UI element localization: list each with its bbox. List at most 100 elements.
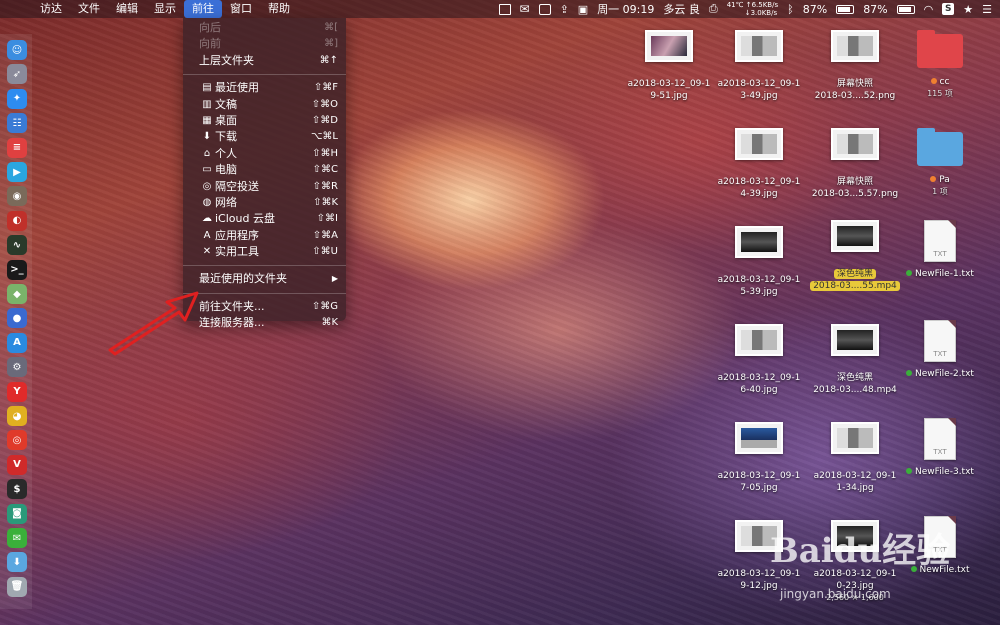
monitor-status-icon[interactable]: ⎙ xyxy=(709,2,718,16)
vivaldi-icon[interactable]: V xyxy=(7,454,27,475)
file-newfile-1[interactable]: TXT NewFile-1.txt xyxy=(890,220,990,280)
watermark-url: jingyan.baidu.com xyxy=(780,587,891,601)
applications-item[interactable]: A 应用程序 ⇧⌘A xyxy=(183,228,346,244)
weibo-icon[interactable]: ◎ xyxy=(7,430,27,451)
recents-item[interactable]: ▤ 最近使用 ⇧⌘F xyxy=(183,80,346,96)
downloads-item[interactable]: ⬇ 下载 ⌥⌘L xyxy=(183,129,346,145)
folder-app-icon[interactable]: ▶ xyxy=(7,162,27,182)
go-forward-item[interactable]: 向前 ⌘] xyxy=(183,36,346,52)
screen-status-icon[interactable]: ▣ xyxy=(578,3,588,16)
battery-icon-1[interactable] xyxy=(836,4,855,14)
yandex-icon[interactable]: Y xyxy=(7,381,27,402)
menu-bar: 访达 文件 编辑 显示 前往 窗口 帮助 ✉ ⇪ ▣ 周一 09:19 多云 良… xyxy=(0,0,1000,18)
icon-label: a2018-03-12_09-1 xyxy=(717,471,801,481)
enclosing-folder-item[interactable]: 上层文件夹 ⌘↑ xyxy=(183,53,346,69)
clock[interactable]: 周一 09:19 xyxy=(597,1,654,17)
menu-finder[interactable]: 访达 xyxy=(32,0,70,18)
note-app-icon[interactable]: ≡ xyxy=(7,137,27,158)
file-thumbnail xyxy=(735,422,783,454)
text-file-icon: TXT xyxy=(924,418,956,460)
menu-edit[interactable]: 编辑 xyxy=(108,0,146,18)
file-a-09-16-40[interactable]: a2018-03-12_09-1 6-40.jpg xyxy=(709,324,809,396)
home-icon: ⌂ xyxy=(203,147,211,159)
network-item[interactable]: ◍ 网络 ⇧⌘K xyxy=(183,195,346,211)
tag-dot-icon xyxy=(906,468,913,474)
launchpad-icon[interactable]: ➶ xyxy=(7,64,27,85)
icon-sublabel: 9-51.jpg xyxy=(650,91,688,101)
bluetooth-icon[interactable]: ᛒ xyxy=(787,3,794,16)
menu-view[interactable]: 显示 xyxy=(146,0,184,18)
system-preferences-icon[interactable]: ⚙ xyxy=(7,357,27,378)
chrome-icon[interactable]: ◕ xyxy=(7,406,27,426)
upload-status-icon[interactable]: ⇪ xyxy=(560,3,569,16)
menu-file[interactable]: 文件 xyxy=(70,0,108,18)
weather[interactable]: 多云 良 xyxy=(663,1,700,17)
icon-label: a2018-03-12_09-1 xyxy=(627,79,711,89)
menu-help[interactable]: 帮助 xyxy=(260,0,298,18)
file-a-09-13-49[interactable]: a2018-03-12_09-1 3-49.jpg xyxy=(709,30,809,102)
computer-icon: ▭ xyxy=(202,164,212,176)
file-thumbnail xyxy=(735,30,783,62)
activity-monitor-icon[interactable]: ∿ xyxy=(7,235,27,256)
star-icon[interactable]: ★ xyxy=(963,3,973,16)
net-up: ↑6.5KB/s xyxy=(745,1,779,9)
trash-icon[interactable]: 🗑 xyxy=(7,576,27,597)
watermark-logo-text: Baidu经验 xyxy=(770,531,951,571)
wechat-icon[interactable]: ✉ xyxy=(7,528,27,548)
list-icon[interactable]: ☰ xyxy=(982,3,992,16)
icon-sublabel: 2018-03....55.mp4 xyxy=(805,280,905,292)
desktop-item[interactable]: ▦ 桌面 ⇧⌘D xyxy=(183,113,346,129)
icon-label: NewFile-1.txt xyxy=(890,268,990,280)
grid-status-icon[interactable] xyxy=(498,3,511,15)
icon-label: a2018-03-12_09-1 xyxy=(717,275,801,285)
disk-utility-icon[interactable]: ◉ xyxy=(7,186,27,207)
icloud-drive-item[interactable]: ☁ iCloud 云盘 ⇧⌘I xyxy=(183,211,346,227)
menu-separator xyxy=(183,292,346,294)
airdrop-item[interactable]: ◎ 隔空投送 ⇧⌘R xyxy=(183,179,346,195)
wechat-status-icon[interactable]: ✉ xyxy=(520,2,530,16)
siri-icon[interactable]: ● xyxy=(7,308,27,329)
battery-icon-2[interactable] xyxy=(896,4,915,14)
file-newfile-3[interactable]: TXT NewFile-3.txt xyxy=(890,418,990,478)
file-a-09-15-39[interactable]: a2018-03-12_09-1 5-39.jpg xyxy=(709,226,809,298)
file-a-09-19-51[interactable]: a2018-03-12_09-1 9-51.jpg xyxy=(619,30,719,102)
net-monitor[interactable]: 41℃ ↑6.5KB/s ↓3.0KB/s xyxy=(727,1,778,17)
documents-item[interactable]: ▥ 文稿 ⇧⌘O xyxy=(183,97,346,113)
icon-label: NewFile-2.txt xyxy=(890,368,990,380)
connect-to-server-item[interactable]: 连接服务器... ⌘K xyxy=(183,315,346,331)
home-item[interactable]: ⌂ 个人 ⇧⌘H xyxy=(183,146,346,162)
safari-icon[interactable]: ✦ xyxy=(7,88,27,109)
icon-label: a2018-03-12_09-1 xyxy=(717,177,801,187)
annotation-arrow-icon xyxy=(108,291,199,356)
file-newfile-2[interactable]: TXT NewFile-2.txt xyxy=(890,320,990,380)
red-app-icon[interactable]: ◐ xyxy=(7,210,27,231)
go-back-item[interactable]: 向后 ⌘[ xyxy=(183,20,346,36)
icon-sublabel: 5-39.jpg xyxy=(740,287,778,297)
app-s-icon[interactable]: S xyxy=(942,3,955,15)
file-a-09-14-39[interactable]: a2018-03-12_09-1 4-39.jpg xyxy=(709,128,809,200)
maps-icon[interactable]: ◆ xyxy=(7,284,27,304)
folder-cc[interactable]: cc 115 项 xyxy=(890,30,990,100)
folder-pa[interactable]: Pa 1 项 xyxy=(890,128,990,198)
contacts-icon[interactable]: ☷ xyxy=(7,113,27,134)
app-store-icon[interactable]: A xyxy=(7,332,27,353)
menu-go[interactable]: 前往 xyxy=(184,0,222,18)
file-thumbnail xyxy=(735,324,783,356)
file-a-09-17-05[interactable]: a2018-03-12_09-1 7-05.jpg xyxy=(709,422,809,494)
computer-item[interactable]: ▭ 电脑 ⇧⌘C xyxy=(183,162,346,178)
tag-dot-icon xyxy=(930,176,937,182)
menu-window[interactable]: 窗口 xyxy=(222,0,260,18)
recent-folders-item[interactable]: 最近使用的文件夹 ▶ xyxy=(183,271,346,287)
terminal-2-icon[interactable]: $ xyxy=(7,479,27,500)
display-status-icon[interactable] xyxy=(538,3,551,15)
green-app-icon[interactable]: ◙ xyxy=(7,503,27,524)
downloads-folder-icon[interactable]: ⬇ xyxy=(7,552,27,573)
icon-sublabel: 1-34.jpg xyxy=(836,483,874,493)
folder-icon xyxy=(917,128,963,166)
go-to-folder-item[interactable]: 前往文件夹... ⇧⌘G xyxy=(183,299,346,315)
tag-dot-icon xyxy=(906,370,913,376)
finder-icon[interactable]: ☺ xyxy=(7,40,27,60)
terminal-icon[interactable]: >_ xyxy=(7,259,27,280)
utilities-item[interactable]: ✕ 实用工具 ⇧⌘U xyxy=(183,244,346,260)
wifi-icon[interactable]: ◠ xyxy=(924,3,934,16)
